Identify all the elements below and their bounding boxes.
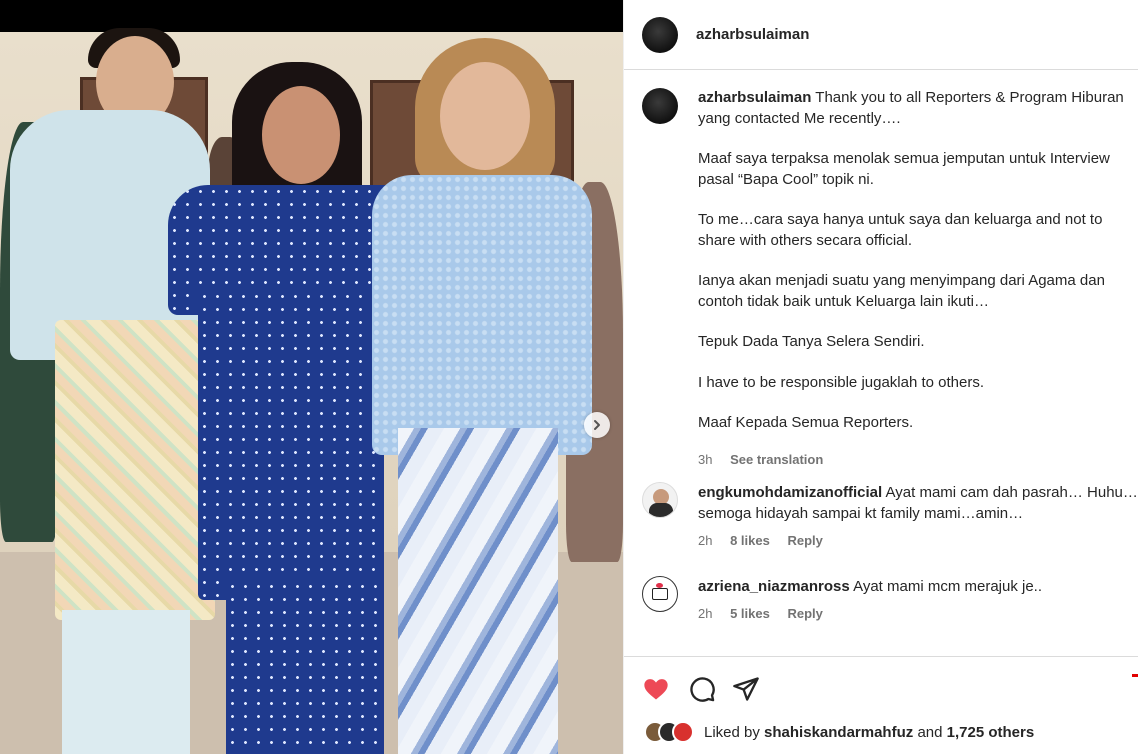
reply-button[interactable]: Reply (787, 606, 822, 621)
caption-paragraph: I have to be responsible jugaklah to oth… (698, 373, 985, 391)
comment-likes[interactable]: 5 likes (730, 606, 770, 621)
photo-top-bar (0, 0, 623, 32)
liked-by-prefix: Liked by (704, 723, 760, 741)
caption-paragraph: Tepuk Dada Tanya Selera Sendiri. (698, 333, 925, 350)
share-icon[interactable] (732, 675, 760, 703)
commenter-avatar[interactable] (642, 576, 678, 612)
caption-time: 3h (698, 451, 713, 467)
comment-username[interactable]: engkumohdamizanofficial (698, 484, 882, 501)
caption-paragraph: To me…cara saya hanya untuk saya dan kel… (698, 211, 1103, 249)
comment-text-block: azriena_niazmanross Ayat mami mcm meraju… (698, 576, 1138, 597)
liked-by-text: Liked by shahiskandarmahfuz and 1,725 ot… (704, 724, 1034, 741)
edge-marker (1132, 674, 1138, 677)
liked-by-middle: and (917, 723, 943, 741)
author-username[interactable]: azharbsulaiman (696, 26, 809, 43)
comment-time: 2h (698, 533, 713, 548)
post-caption: azharbsulaiman Thank you to all Reporter… (642, 88, 1138, 470)
caption-paragraph: Maaf Kepada Semua Reporters. (698, 414, 914, 431)
post-header: azharbsulaiman (624, 0, 1138, 70)
post-actions: Liked by shahiskandarmahfuz and 1,725 ot… (624, 656, 1138, 754)
caption-username[interactable]: azharbsulaiman (698, 89, 811, 106)
liked-by-count[interactable]: 1,725 others (947, 724, 1035, 741)
caption-author-avatar[interactable] (642, 88, 678, 124)
comment-text: Ayat mami mcm merajuk je.. (853, 578, 1043, 595)
comment-item: engkumohdamizanofficial Ayat mami cam da… (642, 482, 1138, 551)
heart-icon[interactable] (642, 675, 670, 703)
comment-username[interactable]: azriena_niazmanross (698, 578, 850, 595)
comment-likes[interactable]: 8 likes (730, 533, 770, 548)
caption-paragraph: Maaf saya terpaksa menolak semua jemputa… (698, 150, 1110, 188)
comment-icon[interactable] (688, 675, 716, 703)
post-photo (0, 0, 623, 754)
see-translation-link[interactable]: See translation (730, 452, 823, 467)
comment-meta: 2h 5 likes Reply (698, 603, 1138, 624)
liker-avatar[interactable] (672, 721, 694, 743)
caption-meta: 3h See translation (698, 450, 1138, 471)
post-side-panel: azharbsulaiman azharbsulaiman Thank you … (623, 0, 1138, 754)
comment-text-block: engkumohdamizanofficial Ayat mami cam da… (698, 482, 1138, 524)
carousel-next-button[interactable] (584, 412, 610, 438)
commenter-avatar[interactable] (642, 482, 678, 518)
reply-button[interactable]: Reply (787, 533, 822, 548)
comment-time: 2h (698, 606, 713, 621)
caption-paragraph: Ianya akan menjadi suatu yang menyimpang… (698, 272, 1105, 310)
liked-by-user[interactable]: shahiskandarmahfuz (764, 724, 913, 741)
instagram-post-view: azharbsulaiman azharbsulaiman Thank you … (0, 0, 1138, 754)
liked-by-row: Liked by shahiskandarmahfuz and 1,725 ot… (644, 721, 1034, 743)
chevron-right-icon (594, 420, 600, 430)
comment-item: azriena_niazmanross Ayat mami mcm meraju… (642, 576, 1138, 624)
comment-meta: 2h 8 likes Reply (698, 530, 1138, 551)
caption-first-paragraph: azharbsulaiman Thank you to all Reporter… (698, 88, 1138, 129)
author-avatar[interactable] (642, 16, 678, 53)
comments-list[interactable]: azharbsulaiman Thank you to all Reporter… (624, 70, 1138, 656)
